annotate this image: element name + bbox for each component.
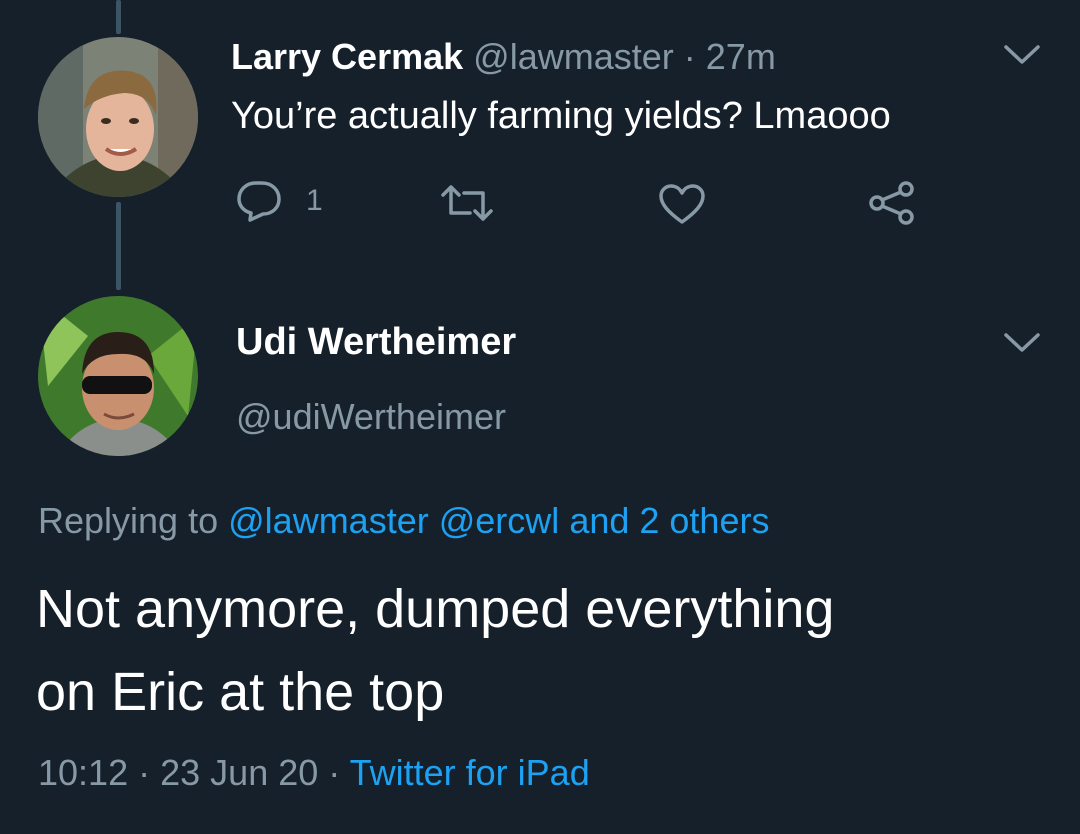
- author-handle[interactable]: @lawmaster: [473, 36, 674, 77]
- chevron-down-icon: [1004, 45, 1040, 64]
- reply-text-line-1: Not anymore, dumped everything: [36, 579, 835, 639]
- like-button[interactable]: [658, 183, 706, 225]
- reply-author-name[interactable]: Udi Wertheimer: [236, 320, 516, 364]
- share-button[interactable]: [868, 180, 916, 226]
- reply-count: 1: [306, 184, 323, 217]
- reply-menu-button[interactable]: [1002, 331, 1042, 355]
- reply-date[interactable]: 23 Jun 20: [160, 752, 318, 793]
- tweet-header: Larry Cermak @lawmaster · 27m: [231, 36, 776, 78]
- tweet-menu-button[interactable]: [1002, 43, 1042, 67]
- author-name[interactable]: Larry Cermak: [231, 36, 463, 77]
- like-icon: [659, 184, 705, 224]
- mention-lawmaster[interactable]: @lawmaster: [228, 500, 429, 541]
- meta-separator-2: ·: [328, 752, 341, 793]
- reply-time[interactable]: 10:12: [38, 752, 128, 793]
- retweet-icon: [441, 185, 493, 221]
- share-icon: [869, 181, 914, 225]
- reply-icon: [237, 181, 281, 222]
- chevron-down-icon: [1004, 333, 1040, 352]
- thread-line-top: [116, 0, 121, 34]
- replying-to-line: Replying to @lawmaster @ercwl and 2 othe…: [38, 500, 769, 542]
- mention-others[interactable]: and 2 others: [569, 500, 769, 541]
- avatar-udi[interactable]: [38, 296, 198, 456]
- reply-meta: 10:12 · 23 Jun 20 · Twitter for iPad: [38, 752, 590, 794]
- tweet-time[interactable]: 27m: [706, 36, 776, 77]
- retweet-button[interactable]: [440, 185, 494, 221]
- reply-text-line-2: on Eric at the top: [36, 662, 445, 722]
- reply-author-handle[interactable]: @udiWertheimer: [236, 396, 506, 438]
- replying-to-label: Replying to: [38, 500, 219, 541]
- tweet-text: You’re actually farming yields? Lmaooo: [231, 95, 891, 137]
- mention-ercwl[interactable]: @ercwl: [439, 500, 560, 541]
- avatar-larry[interactable]: [38, 37, 198, 197]
- thread-line-middle: [116, 202, 121, 290]
- reply-source[interactable]: Twitter for iPad: [350, 752, 590, 793]
- meta-separator-1: ·: [138, 752, 151, 793]
- reply-button[interactable]: 1: [236, 180, 323, 222]
- header-separator: ·: [683, 36, 696, 77]
